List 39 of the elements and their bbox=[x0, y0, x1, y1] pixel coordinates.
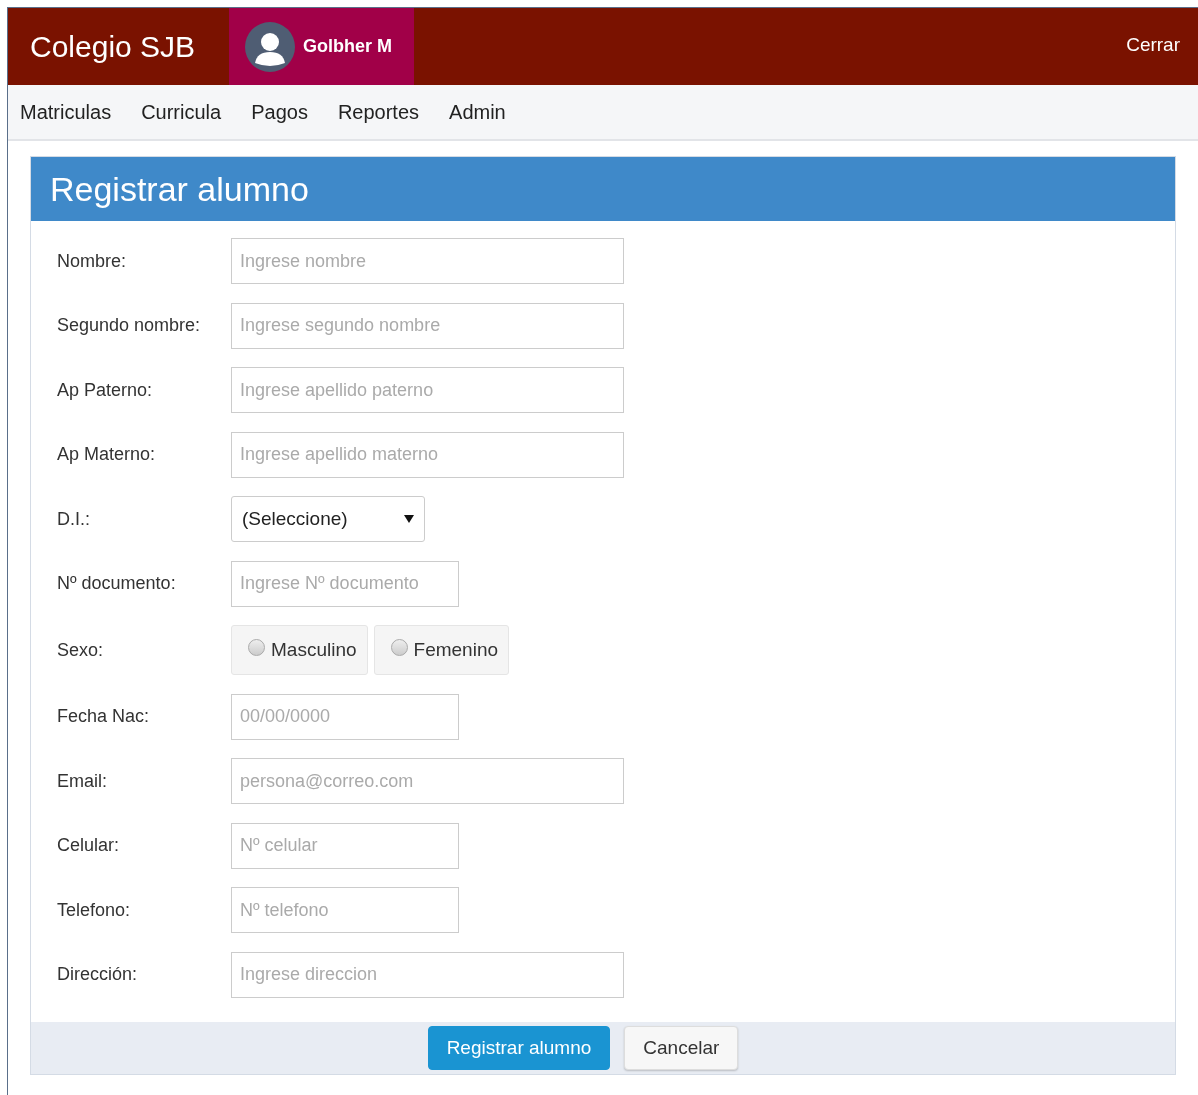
input-field[interactable]: Ingrese Nº documento bbox=[231, 560, 459, 607]
nav-item[interactable]: Pagos bbox=[251, 100, 308, 124]
input-field[interactable]: Ingrese nombre bbox=[231, 238, 624, 284]
field-label: Ap Paterno: bbox=[56, 379, 154, 401]
input-field[interactable]: Ingrese apellido materno bbox=[231, 431, 624, 478]
field-label: Celular: bbox=[56, 835, 121, 856]
nav-item[interactable]: Admin bbox=[449, 100, 506, 124]
input-field[interactable]: Nº celular bbox=[231, 822, 459, 869]
nav-item[interactable]: Curricula bbox=[141, 100, 222, 124]
nav-item[interactable]: Matriculas bbox=[20, 100, 112, 124]
field-label: Fecha Nac: bbox=[56, 706, 151, 727]
input-field[interactable]: Ingrese direccion bbox=[231, 951, 624, 998]
input-field[interactable]: Ingrese apellido paterno bbox=[231, 367, 624, 413]
radio-label: Masculino bbox=[271, 639, 357, 661]
input-field[interactable]: Nº telefono bbox=[231, 887, 459, 933]
radio-option[interactable]: Femenino bbox=[373, 625, 510, 675]
field-label: Nº documento: bbox=[56, 573, 177, 594]
cancel-button[interactable]: Cancelar bbox=[624, 1025, 739, 1070]
brand-name: Colegio SJB bbox=[29, 28, 197, 65]
caret-icon bbox=[404, 515, 414, 523]
field-label: Segundo nombre: bbox=[56, 315, 202, 336]
radio-option[interactable]: Masculino bbox=[231, 625, 368, 675]
field-label: Sexo: bbox=[56, 639, 105, 661]
avatar-icon bbox=[245, 21, 295, 72]
field-label: D.I.: bbox=[56, 508, 91, 530]
nav-item[interactable]: Reportes bbox=[337, 100, 420, 124]
dropdown[interactable]: (Seleccione) bbox=[231, 496, 425, 542]
user-name: Golbher M bbox=[303, 36, 392, 57]
field-label: Email: bbox=[56, 770, 108, 792]
input-field[interactable]: Ingrese segundo nombre bbox=[231, 302, 624, 349]
field-label: Dirección: bbox=[56, 964, 139, 985]
field-label: Ap Materno: bbox=[56, 444, 157, 465]
input-field[interactable]: 00/00/0000 bbox=[231, 693, 459, 740]
radio-label: Femenino bbox=[413, 639, 499, 661]
form-title: Registrar alumno bbox=[50, 169, 309, 209]
input-field[interactable]: persona@correo.com bbox=[231, 758, 624, 804]
field-label: Nombre: bbox=[56, 250, 128, 272]
logout-link[interactable]: Cerrar bbox=[1108, 8, 1198, 85]
field-label: Telefono: bbox=[56, 899, 132, 921]
